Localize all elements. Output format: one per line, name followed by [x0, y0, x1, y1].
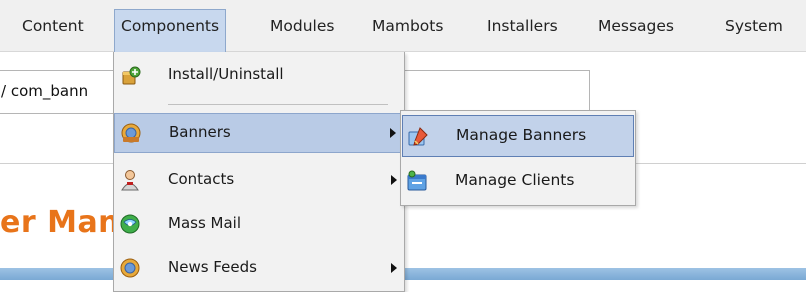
submenu-item-manage-banners[interactable]: Manage Banners — [402, 115, 634, 157]
pathway-text: / com_bann — [1, 82, 89, 100]
dropdown-item-label: Contacts — [168, 170, 235, 188]
banners-submenu: Manage Banners Manage Clients — [400, 110, 636, 206]
dropdown-item-contacts[interactable]: Contacts — [114, 161, 404, 201]
menu-installers[interactable]: Installers — [487, 0, 558, 52]
top-menubar: Content Components Modules Mambots Insta… — [0, 0, 806, 52]
submenu-item-label: Manage Banners — [456, 126, 587, 144]
dropdown-item-label: News Feeds — [168, 258, 257, 276]
menu-components[interactable]: Components — [114, 9, 227, 52]
install-package-icon — [122, 66, 141, 85]
news-feeds-icon — [120, 258, 140, 278]
menu-content[interactable]: Content — [22, 0, 84, 52]
menu-system[interactable]: System — [725, 0, 783, 52]
mass-mail-icon — [120, 214, 140, 234]
manage-banners-icon — [408, 127, 428, 146]
submenu-item-manage-clients[interactable]: Manage Clients — [402, 161, 634, 203]
menu-modules[interactable]: Modules — [270, 0, 334, 52]
submenu-arrow-icon — [390, 128, 396, 138]
components-dropdown: Install/Uninstall Banners Contacts Mass … — [113, 52, 405, 292]
submenu-arrow-icon — [391, 175, 397, 185]
dropdown-item-label: Install/Uninstall — [168, 65, 284, 83]
manage-clients-icon — [407, 170, 427, 191]
banners-icon — [121, 123, 141, 143]
dropdown-item-label: Mass Mail — [168, 214, 242, 232]
submenu-item-label: Manage Clients — [455, 171, 575, 189]
dropdown-item-banners[interactable]: Banners — [114, 113, 404, 153]
dropdown-item-install-uninstall[interactable]: Install/Uninstall — [114, 56, 404, 96]
dropdown-item-news-feeds[interactable]: News Feeds — [114, 249, 404, 289]
dropdown-item-mass-mail[interactable]: Mass Mail — [114, 205, 404, 245]
contacts-icon — [121, 170, 139, 191]
menu-messages[interactable]: Messages — [598, 0, 674, 52]
submenu-arrow-icon — [391, 263, 397, 273]
page-title: er Man — [0, 205, 121, 240]
menu-mambots[interactable]: Mambots — [372, 0, 443, 52]
dropdown-item-label: Banners — [169, 123, 231, 141]
dropdown-separator — [168, 104, 388, 105]
